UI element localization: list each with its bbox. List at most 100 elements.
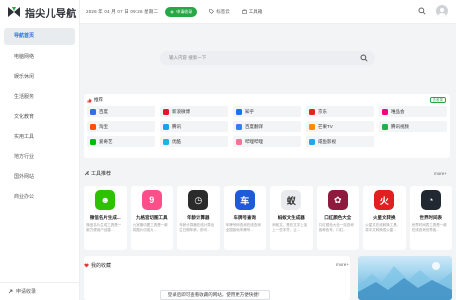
tools-more-link[interactable]: more+ xyxy=(434,171,447,176)
sidebar-nav: 导航首页 电脑网络 娱乐休闲 生活服务 文化教育 实用工具 地方行业 国外网站 … xyxy=(0,28,79,205)
tool-description: 火星文在线转换工具，将中文转换成火星... xyxy=(365,223,401,232)
tool-card[interactable]: 蚁蚂蚁文生成器 蚂蚁文，是在文字上加上一些字符，让... xyxy=(270,186,313,250)
current-date: 2026 年 04 月 07 日 09:26 星期二 xyxy=(86,8,159,14)
sidebar-item-education[interactable]: 文化教育 xyxy=(4,109,75,125)
sidebar-item-label: 实用工具 xyxy=(14,134,35,140)
site-name: 腾讯视频 xyxy=(391,123,409,129)
recommend-site-link[interactable]: 优酷 xyxy=(160,136,228,147)
toolbox-icon xyxy=(241,9,247,14)
tool-name: 九格宫切图工具 xyxy=(136,215,168,220)
recommend-site-link[interactable]: 咸鱼影视 xyxy=(306,136,374,147)
tool-app-icon: 蚁 xyxy=(281,190,302,210)
tool-name: 世界时间表 xyxy=(419,215,443,220)
apply-button[interactable]: 申请收录 xyxy=(165,6,198,17)
tool-app-icon: ◷ xyxy=(188,190,209,210)
tool-card[interactable]: 9 九格宫切图工具 九宫格切图工具是一款将图片切成九... xyxy=(130,186,173,250)
tool-card[interactable]: 车车牌号查询 车牌号码查询在线查询全国各地车牌号... xyxy=(223,186,266,250)
site-name: 哔哩哔哩 xyxy=(245,138,263,144)
site-name: 唯品会 xyxy=(391,108,405,114)
sidebar: 指尖儿导航 导航首页 电脑网络 娱乐休闲 生活服务 文化教育 实用工具 地方行业… xyxy=(0,0,80,300)
recommend-site-link[interactable]: 百度 xyxy=(87,106,155,117)
tool-card[interactable]: 火火星文转换 火星文在线转换工具，将中文转换成火星... xyxy=(363,186,406,250)
sidebar-apply-label: 申请收录 xyxy=(16,289,37,295)
recommend-site-link[interactable]: 百度翻译 xyxy=(233,121,301,132)
recommend-card: 推荐 去收录 百度 新浪微博 知乎 京东 唯品会 淘宝 腾讯 百度翻译 芒果TV 腾讯视频 爱奇艺 优… xyxy=(84,94,450,158)
site-favicon-icon xyxy=(236,108,242,115)
sidebar-item-label: 娱乐休闲 xyxy=(14,74,35,80)
tool-description: 口红颜色大全一站查询各种色号，口红... xyxy=(318,223,354,232)
site-name: 淘宝 xyxy=(99,123,108,129)
recommend-site-link[interactable]: 芒果TV xyxy=(306,121,374,132)
recommend-site-link[interactable]: 新浪微博 xyxy=(160,106,228,117)
sidebar-apply-link[interactable]: 申请收录 xyxy=(0,282,80,300)
sidebar-item-tools[interactable]: 实用工具 xyxy=(4,129,75,145)
top-bar: 2026 年 04 月 07 日 09:26 星期二 申请收录 标签云 工具箱 xyxy=(80,0,456,24)
tool-description: 世界时间表工具是一款在线查询世界各... xyxy=(411,223,447,232)
favorites-login-message[interactable]: 登录后即可查看收藏的网站，使用更方便快捷！ xyxy=(160,290,270,300)
tool-app-icon: ☻ xyxy=(95,190,116,210)
tool-name: 火星文转换 xyxy=(373,215,396,220)
search-icon[interactable] xyxy=(418,7,426,15)
tool-card[interactable]: ◔ 世界时间表世界时间表工具是一款在线查询世界各... xyxy=(409,186,452,250)
tool-description: 微信名片生成工具是一款方便用户创建... xyxy=(86,223,122,232)
tool-app-icon: ✿ xyxy=(327,190,348,210)
recommend-site-link[interactable]: 爱奇艺 xyxy=(87,136,155,147)
thumbs-up-icon xyxy=(87,98,92,102)
favorites-more-link[interactable]: more+ xyxy=(336,262,349,267)
tool-description: 年龄计算器在线计算出生日期年龄，即可... xyxy=(179,223,215,232)
tag-cloud-link[interactable]: 标签云 xyxy=(209,9,230,15)
tool-card[interactable]: ◷ 年龄计算器 年龄计算器在线计算出生日期年龄，即可... xyxy=(177,186,220,250)
recommend-site-link[interactable]: 京东 xyxy=(306,106,374,117)
tool-app-icon: ◔ xyxy=(420,190,441,210)
site-favicon-icon xyxy=(90,108,96,115)
tag-icon xyxy=(209,9,215,14)
sidebar-item-home[interactable]: 导航首页 xyxy=(4,28,75,45)
tools-section-header: 工具推荐 xyxy=(84,170,111,177)
site-name: 爱奇艺 xyxy=(99,138,113,144)
tools-list: ☻ 微信名片生成... 微信名片生成工具是一款方便用户创建... 9 九格宫切图工具 九宫… xyxy=(84,186,452,250)
sidebar-item-label: 地方行业 xyxy=(14,154,35,160)
favorites-title: 我的收藏 xyxy=(91,263,112,269)
favorites-card: 登录后即可查看收藏的网站，使用更方便快捷！ xyxy=(84,256,350,300)
user-avatar[interactable] xyxy=(436,5,448,17)
site-name: 百度翻译 xyxy=(245,123,263,129)
recommend-badge[interactable]: 去收录 xyxy=(429,97,446,103)
recommend-site-link[interactable]: 腾讯 xyxy=(160,121,228,132)
site-name: 百度 xyxy=(99,108,108,114)
recommend-site-link[interactable]: 腾讯视频 xyxy=(379,121,447,132)
apply-button-label: 申请收录 xyxy=(176,8,193,14)
recommend-site-link[interactable]: 唯品会 xyxy=(379,106,447,117)
sidebar-item-life-services[interactable]: 生活服务 xyxy=(4,89,75,105)
site-favicon-icon xyxy=(90,123,96,130)
banner-illustration xyxy=(358,262,452,300)
site-name: 腾讯 xyxy=(172,123,181,129)
sidebar-item-foreign-sites[interactable]: 国外网站 xyxy=(4,169,75,185)
tool-card[interactable]: ✿ 口红颜色大全 口红颜色大全一站查询各种色号，口红... xyxy=(316,186,359,250)
sidebar-item-entertainment[interactable]: 娱乐休闲 xyxy=(4,69,75,85)
site-name: 知乎 xyxy=(245,108,254,114)
sidebar-item-computer-network[interactable]: 电脑网络 xyxy=(4,49,75,65)
site-logo[interactable]: 指尖儿导航 xyxy=(0,0,79,24)
promo-banner[interactable] xyxy=(358,256,452,300)
tool-card[interactable]: ☻ 微信名片生成... 微信名片生成工具是一款方便用户创建... xyxy=(84,186,127,250)
recommend-site-link[interactable]: 哔哩哔哩 xyxy=(233,136,301,147)
site-name: 京东 xyxy=(318,108,327,114)
sidebar-item-label: 国外网站 xyxy=(14,174,35,180)
site-favicon-icon xyxy=(90,138,96,145)
toolbox-link[interactable]: 工具箱 xyxy=(241,9,262,15)
sidebar-item-business-office[interactable]: 商业办公 xyxy=(4,189,75,205)
sidebar-item-local-industry[interactable]: 地方行业 xyxy=(4,149,75,165)
site-title: 指尖儿导航 xyxy=(25,8,77,20)
recommend-site-link[interactable]: 知乎 xyxy=(233,106,301,117)
tool-description: 蚂蚁文，是在文字上加上一些字符，让... xyxy=(272,223,308,232)
site-favicon-icon xyxy=(163,123,169,130)
search-area: 输入内容 搜索一下 xyxy=(80,24,456,92)
site-name: 咸鱼影视 xyxy=(318,138,336,144)
site-favicon-icon xyxy=(382,123,388,130)
site-favicon-icon xyxy=(236,123,242,130)
tool-name: 微信名片生成... xyxy=(89,215,121,220)
search-input[interactable]: 输入内容 搜索一下 xyxy=(160,51,375,65)
search-icon[interactable] xyxy=(360,54,368,62)
recommend-site-link[interactable]: 淘宝 xyxy=(87,121,155,132)
wrench-icon xyxy=(84,171,89,176)
